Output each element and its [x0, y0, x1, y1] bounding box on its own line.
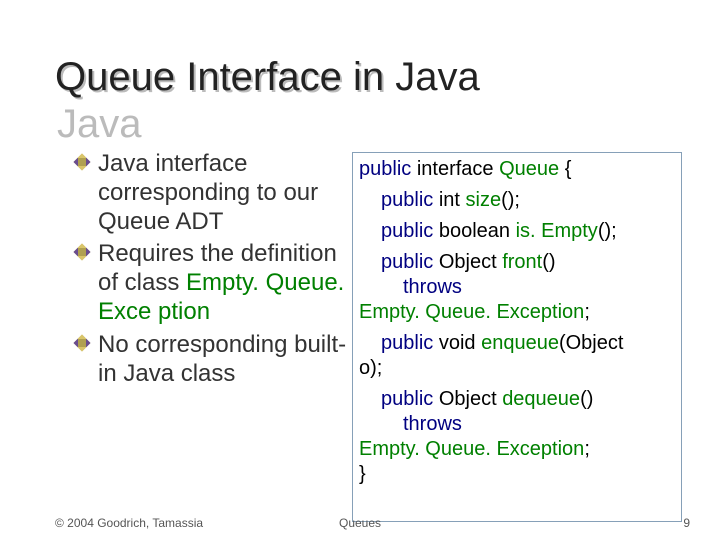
kw-public: public	[381, 251, 433, 273]
kw-public: public	[359, 158, 411, 180]
bullet-text: No corresponding built-in Java class	[98, 331, 346, 387]
bullet-item: No corresponding built-in Java class	[80, 331, 350, 389]
code-line: public boolean is. Empty();	[359, 219, 675, 244]
kw-public: public	[381, 332, 433, 354]
code-text: Object	[433, 251, 502, 273]
kw-public: public	[381, 189, 433, 211]
code-line: public void enqueue(Object	[359, 331, 675, 356]
bullet-item: Requires the definition of class Empty. …	[80, 240, 350, 326]
footer-center: Queues	[339, 516, 381, 530]
code-line: Empty. Queue. Exception;	[359, 300, 675, 325]
code-text: {	[559, 158, 571, 180]
code-brace: }	[359, 463, 366, 485]
code-text: (Object	[559, 332, 623, 354]
id-queue: Queue	[499, 158, 559, 180]
code-line: Empty. Queue. Exception;	[359, 437, 675, 462]
id-enqueue: enqueue	[481, 332, 559, 354]
diamond-bullet-icon	[74, 154, 91, 171]
kw-throws: throws	[403, 276, 462, 298]
id-exception: Empty. Queue. Exception	[359, 301, 584, 323]
code-text: interface	[411, 158, 499, 180]
title-text: Queue Interface in Java	[55, 55, 480, 99]
slide-title: Queue Interface in Java Queue Interface …	[55, 55, 480, 100]
code-text: ()	[542, 251, 555, 273]
code-text: ();	[598, 220, 617, 242]
code-line: public Object front()	[359, 250, 675, 275]
code-text: ;	[584, 301, 590, 323]
code-line: throws	[359, 412, 675, 437]
page-number: 9	[683, 516, 690, 530]
code-text: ();	[501, 189, 520, 211]
code-text: int	[433, 189, 465, 211]
diamond-bullet-icon	[74, 334, 91, 351]
id-dequeue: dequeue	[502, 388, 580, 410]
kw-throws: throws	[403, 413, 462, 435]
code-line: throws	[359, 275, 675, 300]
code-text: void	[433, 332, 481, 354]
code-text: ;	[584, 438, 590, 460]
bullet-item: Java interface corresponding to our Queu…	[80, 150, 350, 236]
code-line: public int size();	[359, 188, 675, 213]
code-text: boolean	[433, 220, 515, 242]
code-text: ()	[580, 388, 593, 410]
copyright: © 2004 Goodrich, Tamassia	[55, 516, 203, 530]
code-line: public interface Queue {	[359, 157, 675, 182]
kw-public: public	[381, 220, 433, 242]
code-line: o);	[359, 356, 675, 381]
code-text: Object	[433, 388, 502, 410]
id-size: size	[466, 189, 502, 211]
code-box: public interface Queue { public int size…	[352, 152, 682, 522]
code-line: public Object dequeue()	[359, 387, 675, 412]
code-param: o);	[359, 357, 382, 379]
bullet-list: Java interface corresponding to our Queu…	[80, 150, 350, 392]
kw-public: public	[381, 388, 433, 410]
id-isempty: is. Empty	[516, 220, 598, 242]
code-line: }	[359, 462, 675, 487]
bullet-text: Java interface corresponding to our Queu…	[98, 150, 318, 235]
diamond-bullet-icon	[74, 244, 91, 261]
id-front: front	[502, 251, 542, 273]
id-exception: Empty. Queue. Exception	[359, 438, 584, 460]
